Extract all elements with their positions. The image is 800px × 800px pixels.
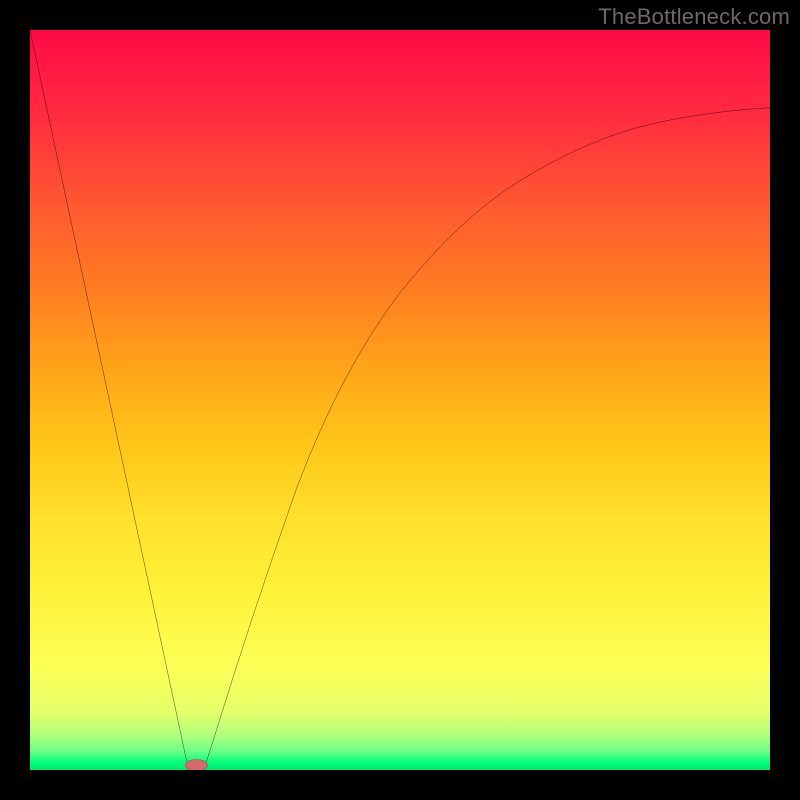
watermark-text: TheBottleneck.com: [598, 4, 790, 30]
notch-marker: [185, 760, 207, 770]
curve-path: [30, 30, 770, 768]
curve-layer: [30, 30, 770, 770]
plot-area: [30, 30, 770, 770]
chart-frame: TheBottleneck.com: [0, 0, 800, 800]
